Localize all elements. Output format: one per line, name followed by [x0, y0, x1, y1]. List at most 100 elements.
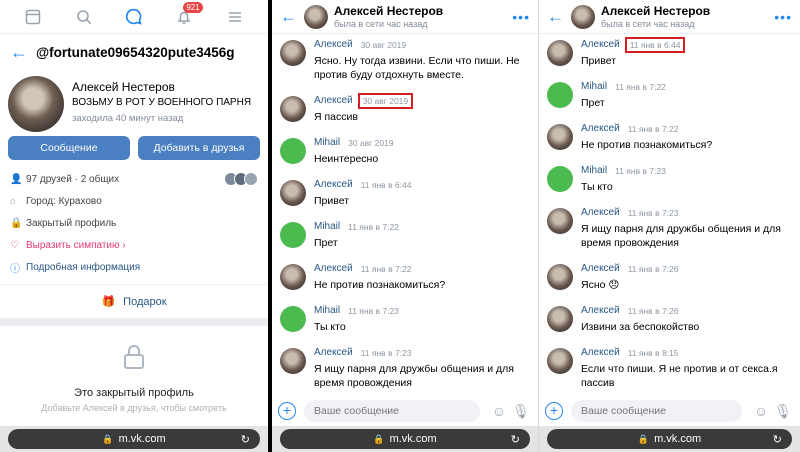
message-author[interactable]: Алексей [314, 263, 353, 274]
message-button[interactable]: Сообщение [8, 136, 130, 160]
message-row[interactable]: Алексей 11 янв в 7:26 Ясно 😞 [547, 262, 792, 304]
message-row[interactable]: Алексей 11 янв в 7:26 Извини за беспокойст… [547, 304, 792, 346]
chat-status: была в сети час назад [334, 19, 428, 29]
message-author[interactable]: Mihail [314, 305, 340, 316]
microphone-icon[interactable]: 🎙 [510, 403, 532, 420]
message-row[interactable]: Алексей 11 янв в 7:23 Я ищу парня для друж… [280, 346, 530, 402]
message-row[interactable]: Алексей 30 авг 2019 Я пассив [280, 92, 530, 136]
sender-avatar[interactable] [280, 180, 306, 206]
message-author[interactable]: Mihail [314, 137, 340, 148]
composer: + ☺ 🎙 [539, 396, 800, 426]
message-text: Извини за беспокойство [581, 321, 700, 333]
message-author[interactable]: Алексей [581, 39, 620, 50]
friends-row[interactable]: 👤 97 друзей · 2 общих [0, 168, 268, 190]
message-row[interactable]: Mihail 11 янв в 7:22 Прет [547, 80, 792, 122]
message-input[interactable] [571, 400, 742, 422]
sender-avatar[interactable] [547, 82, 573, 108]
address-bar[interactable]: 🔒 m.vk.com ↻ [547, 429, 792, 449]
message-row[interactable]: Алексей 30 авг 2019 Ясно. Ну тогда извини.… [280, 38, 530, 94]
sender-avatar[interactable] [547, 166, 573, 192]
message-row[interactable]: Mihail 11 янв в 7:22 Прет [280, 220, 530, 262]
menu-icon[interactable] [224, 6, 246, 28]
sender-avatar[interactable] [280, 138, 306, 164]
message-text: Я пассив [314, 111, 358, 123]
message-author[interactable]: Mihail [581, 165, 607, 176]
message-author[interactable]: Алексей [581, 263, 620, 274]
message-row[interactable]: Алексей 11 янв в 7:22 Не против познакомит… [280, 262, 530, 304]
add-friend-button[interactable]: Добавить в друзья [138, 136, 260, 160]
message-input[interactable] [304, 400, 480, 422]
sender-avatar[interactable] [280, 96, 306, 122]
sender-avatar[interactable] [280, 40, 306, 66]
message-time: 11 янв в 7:26 [627, 305, 679, 316]
message-row[interactable]: Алексей 11 янв в 7:23 Я ищу парня для друж… [547, 206, 792, 262]
sender-avatar[interactable] [280, 306, 306, 332]
message-author[interactable]: Алексей [314, 347, 353, 358]
message-row[interactable]: Алексей 11 янв в 6:44 Привет [280, 178, 530, 220]
message-author[interactable]: Алексей [314, 39, 353, 50]
sender-avatar[interactable] [547, 348, 573, 374]
attach-plus-icon[interactable]: + [545, 402, 563, 420]
reload-icon[interactable]: ↻ [511, 433, 520, 446]
back-arrow-icon[interactable]: ← [280, 7, 304, 27]
chat-screen-2: ← Алексей Нестеров была в сети час назад… [538, 0, 800, 452]
emoji-icon[interactable]: ☺ [750, 403, 772, 419]
search-icon[interactable] [73, 6, 95, 28]
back-arrow-icon[interactable]: ← [547, 7, 571, 27]
last-seen: заходила 40 минут назад [72, 113, 184, 124]
message-author[interactable]: Алексей [581, 305, 620, 316]
address-bar[interactable]: 🔒 m.vk.com ↻ [280, 429, 530, 449]
messages-icon[interactable] [123, 6, 145, 28]
sender-avatar[interactable] [547, 124, 573, 150]
message-text: Прет [581, 97, 605, 109]
chat-screen-1: ← Алексей Нестеров была в сети час назад… [272, 0, 538, 452]
sender-avatar[interactable] [547, 208, 573, 234]
message-author[interactable]: Алексей [314, 179, 353, 190]
gift-button[interactable]: 🎁 Подарок [0, 284, 268, 318]
message-row[interactable]: Алексей 11 янв в 7:22 Не против познакомит… [547, 122, 792, 164]
address-bar[interactable]: 🔒 m.vk.com ↻ [8, 429, 260, 449]
sender-avatar[interactable] [280, 222, 306, 248]
sender-avatar[interactable] [547, 40, 573, 66]
message-author[interactable]: Алексей [314, 95, 353, 106]
sender-avatar[interactable] [547, 264, 573, 290]
attach-plus-icon[interactable]: + [278, 402, 296, 420]
message-time: 11 янв в 7:22 [360, 263, 412, 274]
message-author[interactable]: Mihail [581, 81, 607, 92]
chat-avatar[interactable] [304, 4, 328, 29]
news-icon[interactable] [22, 6, 44, 28]
message-author[interactable]: Mihail [314, 221, 340, 232]
more-options-icon[interactable]: ••• [512, 9, 530, 25]
sender-avatar[interactable] [280, 264, 306, 290]
emoji-icon[interactable]: ☺ [488, 403, 510, 419]
user-icon: 👤 [10, 173, 23, 185]
lock-icon: 🔒 [10, 217, 23, 229]
sympathy-label: Выразить симпатию › [26, 239, 126, 251]
message-row[interactable]: Mihail 11 янв в 7:23 Ты кто [280, 304, 530, 346]
microphone-icon[interactable]: 🎙 [772, 403, 794, 420]
mutual-friends-avatars [224, 172, 258, 186]
message-author[interactable]: Алексей [581, 347, 620, 358]
message-author[interactable]: Алексей [581, 123, 620, 134]
sender-avatar[interactable] [547, 306, 573, 332]
sender-avatar[interactable] [280, 348, 306, 374]
message-time: 11 янв в 7:23 [627, 207, 679, 218]
profile-avatar[interactable] [8, 76, 64, 132]
sympathy-row[interactable]: ♡ Выразить симпатию › [0, 234, 268, 256]
message-text: Привет [314, 195, 350, 207]
message-row[interactable]: Mihail 30 авг 2019 Неинтересно [280, 136, 530, 178]
notifications-icon[interactable]: 921 [173, 1, 203, 28]
message-row[interactable]: Mihail 11 янв в 7:23 Ты кто [547, 164, 792, 206]
more-options-icon[interactable]: ••• [774, 9, 792, 25]
screenshot-collage: 921 ← @fortunate09654320pute3456g Алексе… [0, 0, 800, 452]
message-row[interactable]: Алексей 11 янв в 8:15 Если что пиши. Я не … [547, 346, 792, 402]
message-author[interactable]: Алексей [581, 207, 620, 218]
reload-icon[interactable]: ↻ [241, 433, 250, 446]
chat-avatar[interactable] [571, 4, 595, 29]
back-arrow-icon[interactable]: ← [10, 42, 36, 63]
details-row[interactable]: ⓘ Подробная информация [0, 256, 268, 278]
profile-status: ВОЗЬМУ В РОТ У ВОЕННОГО ПАРНЯ [72, 97, 252, 108]
reload-icon[interactable]: ↻ [773, 433, 782, 446]
message-row[interactable]: Алексей 11 янв в 6:44 Привет [547, 36, 792, 80]
gift-icon: 🎁 [101, 296, 116, 308]
